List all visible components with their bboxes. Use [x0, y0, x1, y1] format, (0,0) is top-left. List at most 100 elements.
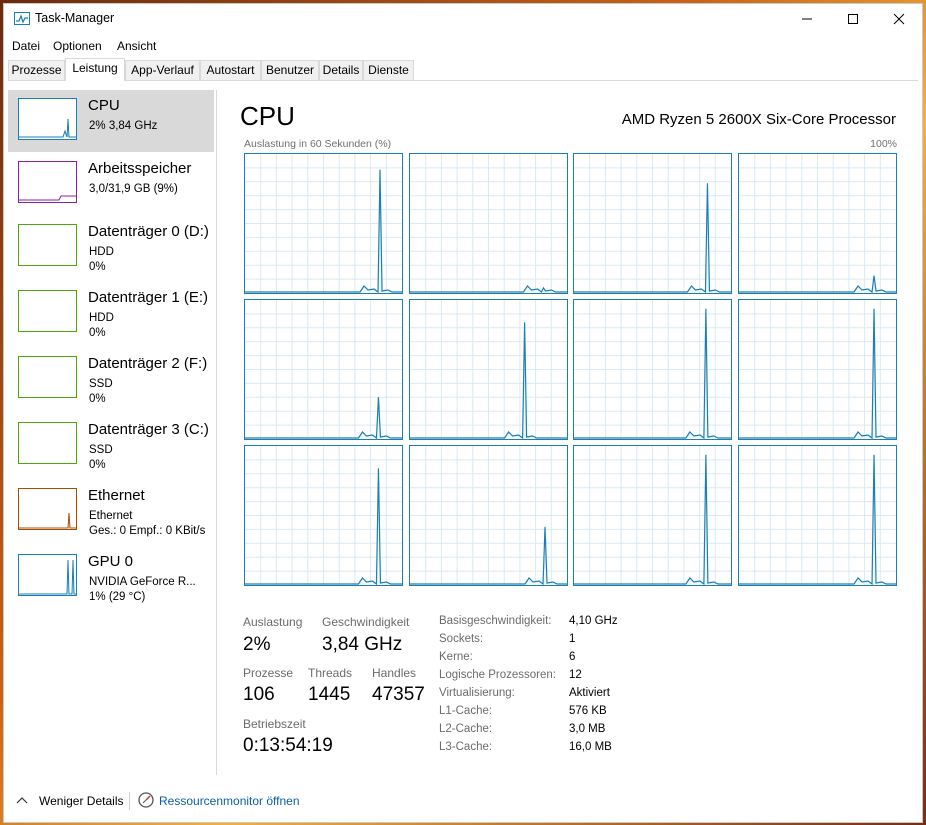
- info-label: L1-Cache:: [439, 705, 493, 717]
- tab-leistung[interactable]: Leistung: [65, 58, 125, 81]
- info-label: Basisgeschwindigkeit:: [439, 615, 552, 627]
- minimize-button[interactable]: [784, 4, 830, 34]
- core-graph-canvas: [738, 300, 896, 440]
- auslastung-value: 2%: [243, 634, 271, 655]
- disk-thumbnail-graph: [18, 422, 77, 464]
- info-label: Logische Prozessoren:: [439, 669, 556, 681]
- close-button[interactable]: [876, 4, 922, 34]
- sidebar-item-datentraeger-1[interactable]: Datenträger 1 (E:) HDD 0%: [8, 282, 214, 344]
- disk-thumbnail-graph: [18, 356, 77, 398]
- sidebar-item-ethernet[interactable]: Ethernet Ethernet Ges.: 0 Empf.: 0 KBit/…: [8, 480, 214, 542]
- info-label: L3-Cache:: [439, 741, 493, 753]
- betriebszeit-value: 0:13:54:19: [243, 735, 333, 756]
- chevron-up-icon[interactable]: [16, 795, 28, 805]
- sidebar-item-arbeitsspeicher[interactable]: Arbeitsspeicher 3,0/31,9 GB (9%): [8, 153, 214, 215]
- processor-name: AMD Ryzen 5 2600X Six-Core Processor: [621, 111, 896, 128]
- memory-thumbnail-graph: [18, 161, 77, 203]
- menu-optionen[interactable]: Optionen: [53, 39, 102, 53]
- tab-autostart[interactable]: Autostart: [200, 60, 261, 80]
- sidebar-subtitle: NVIDIA GeForce R...: [89, 576, 196, 588]
- sidebar-title: Datenträger 3 (C:): [88, 421, 209, 438]
- core-graph-canvas: [409, 300, 567, 440]
- cpu-core-graph: [573, 299, 732, 440]
- resource-monitor-icon: [138, 792, 154, 808]
- menu-bar: Datei Optionen Ansicht: [4, 35, 922, 55]
- ressourcenmonitor-link[interactable]: Ressourcenmonitor öffnen: [159, 794, 300, 808]
- disk-thumbnail-graph: [18, 224, 77, 266]
- prozesse-label: Prozesse: [243, 666, 294, 680]
- tab-dienste[interactable]: Dienste: [363, 60, 414, 80]
- sidebar-subtitle: SSD: [89, 378, 113, 390]
- sidebar-subtitle: 2% 3,84 GHz: [89, 120, 158, 132]
- cpu-thumbnail-graph: [18, 98, 77, 140]
- info-value: Aktiviert: [569, 687, 610, 699]
- tab-bar: Prozesse Leistung App-Verlauf Autostart …: [8, 58, 918, 81]
- disk-thumbnail-graph: [18, 290, 77, 332]
- sidebar-item-datentraeger-0[interactable]: Datenträger 0 (D:) HDD 0%: [8, 216, 214, 278]
- menu-datei[interactable]: Datei: [12, 39, 40, 53]
- title-bar: Task-Manager: [4, 4, 922, 34]
- close-icon: [893, 13, 905, 25]
- cpu-core-graph: [244, 445, 403, 586]
- page-title: CPU: [240, 101, 295, 131]
- cpu-core-graph: [573, 153, 732, 294]
- sidebar-item-cpu[interactable]: CPU 2% 3,84 GHz: [8, 90, 214, 152]
- tab-app-verlauf[interactable]: App-Verlauf: [125, 60, 200, 80]
- menu-ansicht[interactable]: Ansicht: [117, 39, 156, 53]
- core-graph-canvas: [574, 446, 731, 586]
- tab-details[interactable]: Details: [319, 60, 363, 80]
- prozesse-value: 106: [243, 684, 275, 705]
- core-graph-canvas: [409, 446, 567, 586]
- sidebar-item-datentraeger-3[interactable]: Datenträger 3 (C:) SSD 0%: [8, 414, 214, 476]
- info-value: 6: [569, 651, 576, 663]
- core-graph-canvas: [738, 446, 896, 586]
- tab-benutzer[interactable]: Benutzer: [261, 60, 319, 80]
- maximize-button[interactable]: [830, 4, 876, 34]
- cpu-core-graph: [573, 445, 732, 586]
- threads-value: 1445: [308, 684, 351, 705]
- betriebszeit-label: Betriebszeit: [243, 717, 306, 731]
- info-label: Virtualisierung:: [439, 687, 515, 699]
- sidebar-subtitle: 3,0/31,9 GB (9%): [89, 183, 178, 195]
- handles-value: 47357: [372, 684, 425, 705]
- auslastung-label: Auslastung: [243, 615, 303, 629]
- cpu-core-graph: [408, 299, 568, 440]
- sidebar-value: 0%: [89, 327, 106, 339]
- geschwindigkeit-label: Geschwindigkeit: [322, 615, 410, 629]
- graph-max-label: 100%: [870, 138, 897, 150]
- sidebar-title: Datenträger 1 (E:): [88, 289, 209, 306]
- info-value: 12: [569, 669, 582, 681]
- info-value: 1: [569, 633, 576, 645]
- core-graph-canvas: [245, 446, 402, 586]
- sidebar-title: CPU: [88, 97, 120, 114]
- cpu-core-graph: [244, 299, 403, 440]
- cpu-core-graph: [737, 153, 897, 294]
- cpu-core-graph: [737, 445, 897, 586]
- info-value: 4,10 GHz: [569, 615, 618, 627]
- sidebar-item-gpu-0[interactable]: GPU 0 NVIDIA GeForce R... 1% (29 °C): [8, 546, 214, 608]
- core-graph-canvas: [245, 300, 402, 440]
- weniger-details-button[interactable]: Weniger Details: [39, 794, 123, 808]
- sidebar-divider: [216, 90, 217, 775]
- info-label: Sockets:: [439, 633, 484, 645]
- sidebar-value: 0%: [89, 459, 106, 471]
- core-graph-canvas: [409, 154, 567, 293]
- maximize-icon: [848, 14, 858, 24]
- window-title: Task-Manager: [35, 11, 115, 25]
- cpu-core-graph: [408, 445, 568, 586]
- sidebar-title: Ethernet: [88, 487, 145, 504]
- info-value: 16,0 MB: [569, 741, 612, 753]
- cpu-core-graph: [244, 153, 403, 294]
- tab-prozesse[interactable]: Prozesse: [8, 60, 65, 80]
- sidebar-value: 1% (29 °C): [89, 591, 146, 603]
- info-label: L2-Cache:: [439, 723, 493, 735]
- sidebar-title: Datenträger 2 (F:): [88, 355, 208, 372]
- sidebar-subtitle: HDD: [89, 312, 114, 324]
- core-graph-canvas: [738, 154, 896, 294]
- sidebar-value: Ges.: 0 Empf.: 0 KBit/s: [89, 525, 206, 537]
- handles-label: Handles: [372, 666, 417, 680]
- sidebar-item-datentraeger-2[interactable]: Datenträger 2 (F:) SSD 0%: [8, 348, 214, 410]
- core-graph-canvas: [574, 300, 731, 440]
- footer-bar: Weniger Details Ressourcenmonitor öffnen: [4, 786, 922, 816]
- info-value: 3,0 MB: [569, 723, 606, 735]
